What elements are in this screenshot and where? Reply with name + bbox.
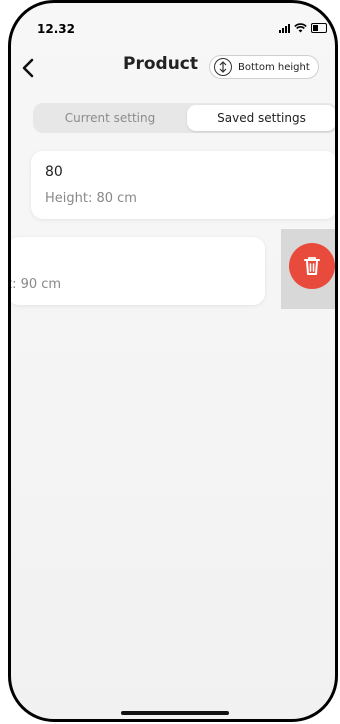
wifi-icon	[294, 23, 307, 33]
setting-height: t: 90 cm	[8, 277, 62, 292]
saved-setting-card[interactable]: 80 Height: 80 cm	[31, 151, 335, 219]
bottom-height-button[interactable]: Bottom height	[209, 55, 319, 79]
setting-height: Height: 80 cm	[45, 191, 137, 206]
phone-screen: 12.32 Product Bottom height Current sett…	[8, 0, 338, 722]
chevron-left-icon	[22, 58, 34, 78]
delete-action-panel	[281, 229, 335, 309]
battery-icon	[311, 23, 327, 33]
page-title: Product	[123, 54, 198, 74]
setting-title: 80	[45, 164, 63, 180]
bottom-height-label: Bottom height	[238, 61, 310, 73]
status-icons	[279, 23, 327, 33]
delete-button[interactable]	[289, 243, 335, 289]
trash-icon	[304, 257, 320, 275]
vertical-arrows-icon	[214, 58, 232, 76]
home-indicator[interactable]	[121, 711, 229, 715]
saved-setting-card-swiped[interactable]: t: 90 cm	[8, 237, 265, 305]
status-bar: 12.32	[11, 3, 335, 43]
back-button[interactable]	[21, 51, 49, 81]
settings-segmented-control: Current setting Saved settings	[33, 103, 335, 133]
status-time: 12.32	[37, 22, 75, 36]
swiped-row[interactable]: t: 90 cm	[8, 229, 335, 309]
tab-saved-settings[interactable]: Saved settings	[187, 105, 335, 131]
tab-current-setting[interactable]: Current setting	[35, 105, 185, 131]
signal-icon	[279, 23, 290, 33]
nav-bar: Product Bottom height	[11, 49, 335, 85]
